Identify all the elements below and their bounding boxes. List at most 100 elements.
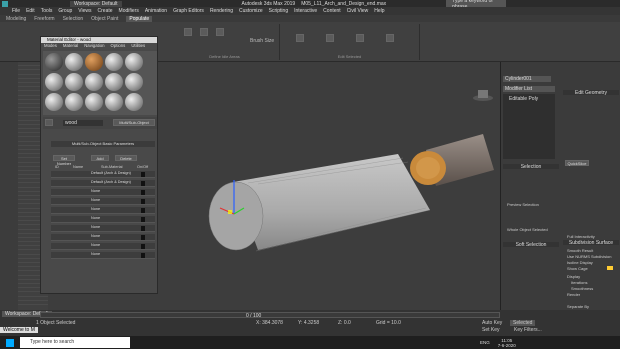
- menu-item-customize[interactable]: Customize: [239, 8, 263, 14]
- material-menu-material[interactable]: Material: [63, 43, 78, 49]
- sub-material-button[interactable]: None: [91, 243, 100, 247]
- erase-icon[interactable]: [216, 28, 224, 36]
- sub-material-button[interactable]: None: [91, 234, 100, 238]
- sub-material-button[interactable]: Default (Arch & Design): [91, 171, 131, 175]
- color-swatch[interactable]: [141, 217, 145, 222]
- table-row[interactable]: Default (Arch & Design): [51, 171, 155, 178]
- quickslice-button[interactable]: QuickSlice: [565, 160, 589, 166]
- table-row[interactable]: None: [51, 207, 155, 214]
- sub-material-button[interactable]: Default (Arch & Design): [91, 180, 131, 184]
- edit-icon[interactable]: [296, 34, 304, 42]
- workspace-label[interactable]: Workspace: Default: [70, 0, 122, 7]
- cage-color-swatch[interactable]: [607, 266, 613, 270]
- menu-item-interactive[interactable]: Interactive: [294, 8, 317, 14]
- menu-item-graph-editors[interactable]: Graph Editors: [173, 8, 204, 14]
- cylinder-object[interactable]: [208, 154, 431, 252]
- scene-item[interactable]: [18, 301, 48, 305]
- sub-material-button[interactable]: None: [91, 216, 100, 220]
- material-menu-utilities[interactable]: Utilities: [131, 43, 145, 49]
- menu-item-views[interactable]: Views: [78, 8, 91, 14]
- delete-button[interactable]: Delete: [115, 155, 137, 161]
- sample-slot[interactable]: [85, 93, 103, 111]
- y-coordinate[interactable]: Y: 4.3258: [298, 320, 319, 326]
- tab-populate[interactable]: Populate: [126, 15, 153, 22]
- isoline-check[interactable]: Isoline Display: [567, 260, 593, 265]
- full-interactivity-check[interactable]: Full Interactivity: [567, 234, 595, 239]
- material-menu-navigation[interactable]: Navigation: [84, 43, 104, 49]
- edit-geometry-rollout[interactable]: Edit Geometry: [563, 90, 619, 96]
- menu-item-civil-view[interactable]: Civil View: [347, 8, 369, 14]
- menu-item-create[interactable]: Create: [98, 8, 113, 14]
- sample-slot[interactable]: [45, 53, 63, 71]
- menu-item-animation[interactable]: Animation: [145, 8, 167, 14]
- sample-slot-wood[interactable]: [85, 53, 103, 71]
- tab-modeling[interactable]: Modeling: [6, 16, 26, 22]
- color-swatch[interactable]: [141, 226, 145, 231]
- windows-start-icon[interactable]: [6, 338, 14, 347]
- log-object[interactable]: [410, 134, 494, 186]
- color-swatch[interactable]: [141, 199, 145, 204]
- material-name-field[interactable]: wood: [63, 120, 103, 126]
- scale-icon[interactable]: [386, 34, 394, 42]
- z-coordinate[interactable]: Z: 0.0: [338, 320, 351, 326]
- table-row[interactable]: None: [51, 198, 155, 205]
- use-nurms-check[interactable]: Use NURMS Subdivision: [567, 254, 611, 259]
- x-coordinate[interactable]: X: 384.3078: [256, 320, 283, 326]
- soft-selection-rollout[interactable]: Soft Selection: [503, 242, 559, 248]
- rotate-icon[interactable]: [356, 34, 364, 42]
- taskbar-search-input[interactable]: Type here to search: [20, 337, 130, 348]
- object-name-field[interactable]: Cylinder001: [503, 76, 551, 82]
- sub-material-button[interactable]: None: [91, 198, 100, 202]
- sample-slot[interactable]: [45, 93, 63, 111]
- sample-slots[interactable]: [43, 51, 157, 115]
- tab-selection[interactable]: Selection: [63, 16, 84, 22]
- color-swatch[interactable]: [141, 235, 145, 240]
- selection-rollout[interactable]: Selection: [503, 164, 559, 170]
- sample-slot[interactable]: [105, 53, 123, 71]
- color-swatch[interactable]: [141, 181, 145, 186]
- move-icon[interactable]: [326, 34, 334, 42]
- color-swatch[interactable]: [141, 253, 145, 258]
- time-slider[interactable]: 0 / 100: [40, 312, 500, 319]
- modifier-stack[interactable]: Editable Poly: [503, 94, 555, 159]
- menu-item-help[interactable]: Help: [374, 8, 384, 14]
- modifier-list-dropdown[interactable]: Modifier List: [503, 86, 555, 92]
- smooth-result-check[interactable]: Smooth Result: [567, 248, 593, 253]
- set-number-button[interactable]: Set Number: [53, 155, 75, 166]
- maxscript-listener[interactable]: Welcome to M: [0, 327, 38, 333]
- brush-icon[interactable]: [200, 28, 208, 36]
- tab-freeform[interactable]: Freeform: [34, 16, 54, 22]
- menu-item-scripting[interactable]: Scripting: [269, 8, 288, 14]
- material-type-button[interactable]: Multi/Sub-Object: [113, 119, 155, 126]
- viewcube-icon[interactable]: [473, 90, 493, 101]
- table-row[interactable]: None: [51, 189, 155, 196]
- tab-object-paint[interactable]: Object Paint: [91, 16, 118, 22]
- sample-slot[interactable]: [65, 73, 83, 91]
- table-row[interactable]: None: [51, 225, 155, 232]
- sub-material-button[interactable]: None: [91, 252, 100, 256]
- add-button[interactable]: Add: [91, 155, 109, 161]
- key-filters-button[interactable]: Key Filters...: [514, 327, 542, 333]
- pick-material-icon[interactable]: [45, 119, 53, 126]
- paint-icon[interactable]: [184, 28, 192, 36]
- material-menu-options[interactable]: Options: [111, 43, 126, 49]
- menu-item-rendering[interactable]: Rendering: [210, 8, 233, 14]
- color-swatch[interactable]: [141, 208, 145, 213]
- show-cage-check[interactable]: Show Cage: [567, 266, 588, 271]
- sample-slot[interactable]: [85, 73, 103, 91]
- sample-slot[interactable]: [125, 93, 143, 111]
- auto-key-button[interactable]: Auto Key: [482, 320, 502, 326]
- color-swatch[interactable]: [141, 190, 145, 195]
- table-row[interactable]: Default (Arch & Design): [51, 180, 155, 187]
- sample-slot[interactable]: [105, 93, 123, 111]
- sample-slot[interactable]: [125, 73, 143, 91]
- selected-dropdown[interactable]: Selected: [510, 320, 536, 326]
- color-swatch[interactable]: [141, 244, 145, 249]
- menu-item-file[interactable]: File: [12, 8, 20, 14]
- menu-item-tools[interactable]: Tools: [41, 8, 53, 14]
- table-row[interactable]: None: [51, 234, 155, 241]
- material-menu-modes[interactable]: Modes: [44, 43, 57, 49]
- menu-item-content[interactable]: Content: [323, 8, 341, 14]
- stack-item[interactable]: Editable Poly: [509, 96, 538, 102]
- table-row[interactable]: None: [51, 216, 155, 223]
